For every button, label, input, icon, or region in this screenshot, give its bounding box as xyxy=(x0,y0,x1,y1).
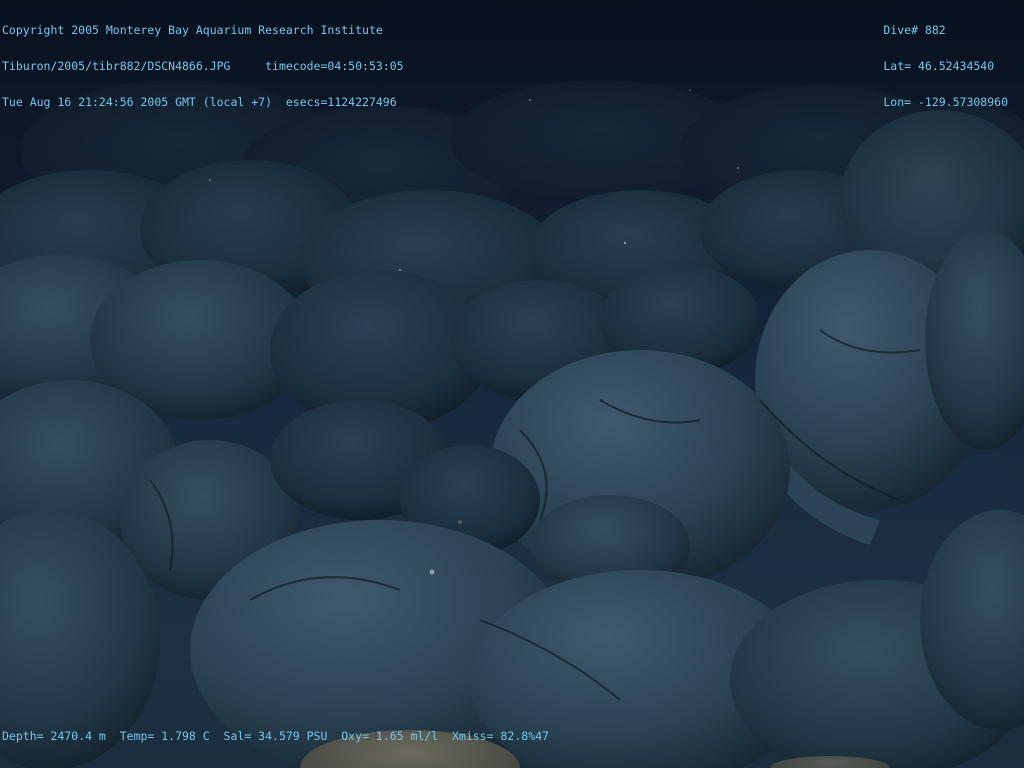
longitude: Lon= -129.57308960 xyxy=(883,95,1008,109)
underwater-photo-frame: Copyright 2005 Monterey Bay Aquarium Res… xyxy=(0,0,1024,768)
sensor-readings-overlay: Depth= 2470.4 m Temp= 1.798 C Sal= 34.57… xyxy=(2,706,549,766)
dive-number: Dive# 882 xyxy=(883,23,946,37)
sensor-readings-line: Depth= 2470.4 m Temp= 1.798 C Sal= 34.57… xyxy=(2,729,549,743)
latitude: Lat= 46.52434540 xyxy=(883,59,995,73)
file-timecode-line: Tiburon/2005/tibr882/DSCN4866.JPG timeco… xyxy=(2,59,404,73)
copyright-metadata-overlay: Copyright 2005 Monterey Bay Aquarium Res… xyxy=(2,0,404,132)
center-pillow-rock xyxy=(490,350,790,595)
dive-position-overlay: Dive# 882 Lat= 46.52434540 Lon= -129.573… xyxy=(883,0,1008,132)
copyright-line: Copyright 2005 Monterey Bay Aquarium Res… xyxy=(2,23,383,37)
date-esecs-line: Tue Aug 16 21:24:56 2005 GMT (local +7) … xyxy=(2,95,397,109)
